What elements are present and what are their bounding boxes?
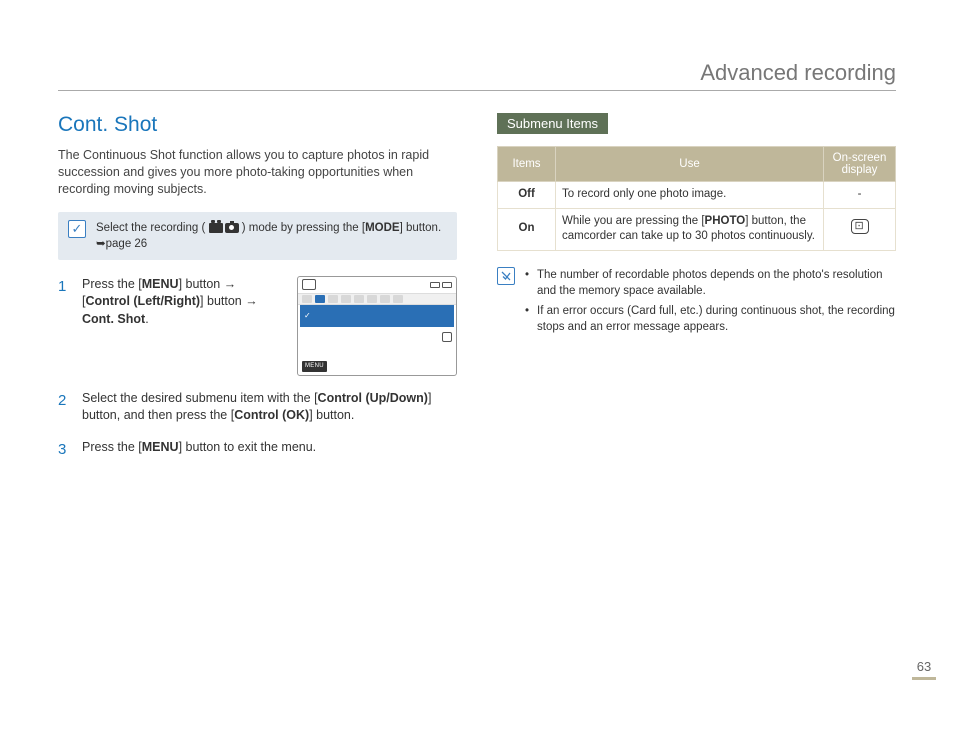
callout-text-post: ) mode by pressing the [ — [242, 222, 365, 234]
note-item: If an error occurs (Card full, etc.) dur… — [525, 303, 896, 335]
cell-osd-off: - — [824, 182, 896, 209]
check-icon: ✓ — [68, 220, 86, 238]
battery-icon — [442, 282, 452, 288]
camera-icon — [225, 223, 239, 233]
lcd-side-icon — [442, 332, 452, 342]
t: . — [145, 312, 148, 326]
t: ] button → — [179, 277, 237, 291]
t: Select the desired submenu item with the… — [82, 391, 318, 405]
th-osd: On-screen display — [824, 147, 896, 182]
section-title: Cont. Shot — [58, 113, 457, 137]
t: ] button → — [200, 294, 258, 308]
left-column: Cont. Shot The Continuous Shot function … — [58, 113, 457, 474]
th-use: Use — [556, 147, 824, 182]
menu-button-label: MENU — [142, 440, 179, 454]
callout-tail: ] button. — [400, 222, 442, 234]
lcd-menu-tag: MENU — [302, 361, 327, 371]
right-column: Submenu Items Items Use On-screen displa… — [497, 113, 896, 474]
photo-button-label: PHOTO — [705, 215, 746, 227]
cell-item-off: Off — [498, 182, 556, 209]
lcd-preview: MENU — [297, 276, 457, 376]
cell-use-off: To record only one photo image. — [556, 182, 824, 209]
submenu-table: Items Use On-screen display Off To recor… — [497, 146, 896, 251]
cell-osd-on — [824, 208, 896, 250]
t: ] button to exit the menu. — [179, 440, 317, 454]
steps-list: Press the [MENU] button → [Control (Left… — [58, 276, 457, 460]
step-1-text: Press the [MENU] button → [Control (Left… — [82, 276, 287, 329]
control-ok-label: Control (OK) — [234, 408, 309, 422]
th-items: Items — [498, 147, 556, 182]
page-ref: ➥page 26 — [96, 238, 147, 250]
sd-card-icon — [302, 279, 316, 290]
notes-callout: The number of recordable photos depends … — [497, 267, 896, 339]
continuous-shot-icon — [851, 219, 869, 234]
cell-item-on: On — [498, 208, 556, 250]
mode-indicator-icon — [430, 282, 440, 288]
table-row: On While you are pressing the [PHOTO] bu… — [498, 208, 896, 250]
t: Press the [ — [82, 440, 142, 454]
note-icon — [497, 267, 515, 285]
step-3-text: Press the [MENU] button to exit the menu… — [82, 439, 457, 460]
lcd-selected-row — [300, 305, 454, 327]
camcorder-icon — [209, 223, 223, 233]
control-ud-label: Control (Up/Down) — [318, 391, 428, 405]
t: ] button. — [309, 408, 354, 422]
menu-button-label: MENU — [142, 277, 179, 291]
note-item: The number of recordable photos depends … — [525, 267, 896, 299]
page-number: 63 — [912, 659, 936, 680]
submenu-heading: Submenu Items — [497, 113, 608, 134]
cell-use-on: While you are pressing the [PHOTO] butto… — [556, 208, 824, 250]
table-row: Off To record only one photo image. - — [498, 182, 896, 209]
step-2-text: Select the desired submenu item with the… — [82, 390, 457, 425]
callout-text-pre: Select the recording ( — [96, 222, 205, 234]
mode-button-label: MODE — [365, 222, 400, 234]
section-intro: The Continuous Shot function allows you … — [58, 147, 457, 198]
lcd-tab-row — [298, 293, 456, 305]
mode-select-callout: ✓ Select the recording ( ) mode by press… — [58, 212, 457, 260]
t: Press the [ — [82, 277, 142, 291]
t: While you are pressing the [ — [562, 215, 705, 227]
cont-shot-label: Cont. Shot — [82, 312, 145, 326]
control-lr-label: Control (Left/Right) — [85, 294, 200, 308]
page-header-title: Advanced recording — [58, 60, 896, 91]
record-mode-icons — [209, 223, 239, 233]
